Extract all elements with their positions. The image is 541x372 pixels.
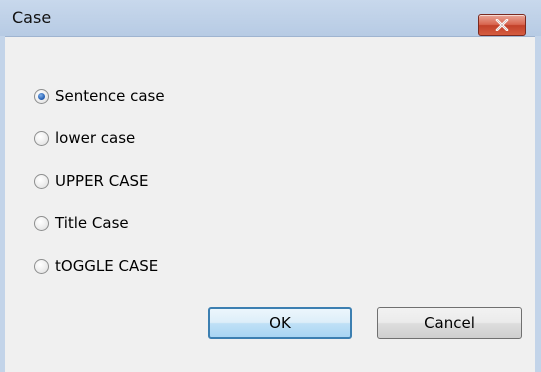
option-sentence-case[interactable]: Sentence case xyxy=(34,85,165,107)
window-title: Case xyxy=(12,8,52,27)
cancel-button[interactable]: Cancel xyxy=(377,307,522,339)
radio-button-upper-case[interactable] xyxy=(34,173,49,189)
dialog-content: Sentence case lower case UPPER CASE Titl… xyxy=(5,37,535,372)
window-border-right xyxy=(535,36,541,372)
option-label: UPPER CASE xyxy=(55,172,149,190)
case-dialog: Case Sentence case lower case UPPER CASE… xyxy=(0,0,541,372)
option-label: tOGGLE CASE xyxy=(55,257,159,275)
ok-button[interactable]: OK xyxy=(208,307,352,339)
option-upper-case[interactable]: UPPER CASE xyxy=(34,170,148,192)
close-button[interactable] xyxy=(478,14,526,36)
title-bar[interactable]: Case xyxy=(0,0,541,37)
radio-button-toggle-case[interactable] xyxy=(34,258,49,274)
option-label: lower case xyxy=(55,129,136,147)
option-label: Title Case xyxy=(55,214,129,232)
close-icon xyxy=(495,19,509,31)
option-label: Sentence case xyxy=(55,87,165,105)
option-toggle-case[interactable]: tOGGLE CASE xyxy=(34,255,158,277)
radio-button-title-case[interactable] xyxy=(34,215,49,231)
option-title-case[interactable]: Title Case xyxy=(34,212,129,234)
radio-button-lower-case[interactable] xyxy=(34,130,49,146)
radio-button-sentence-case[interactable] xyxy=(34,88,49,104)
option-lower-case[interactable]: lower case xyxy=(34,127,135,149)
